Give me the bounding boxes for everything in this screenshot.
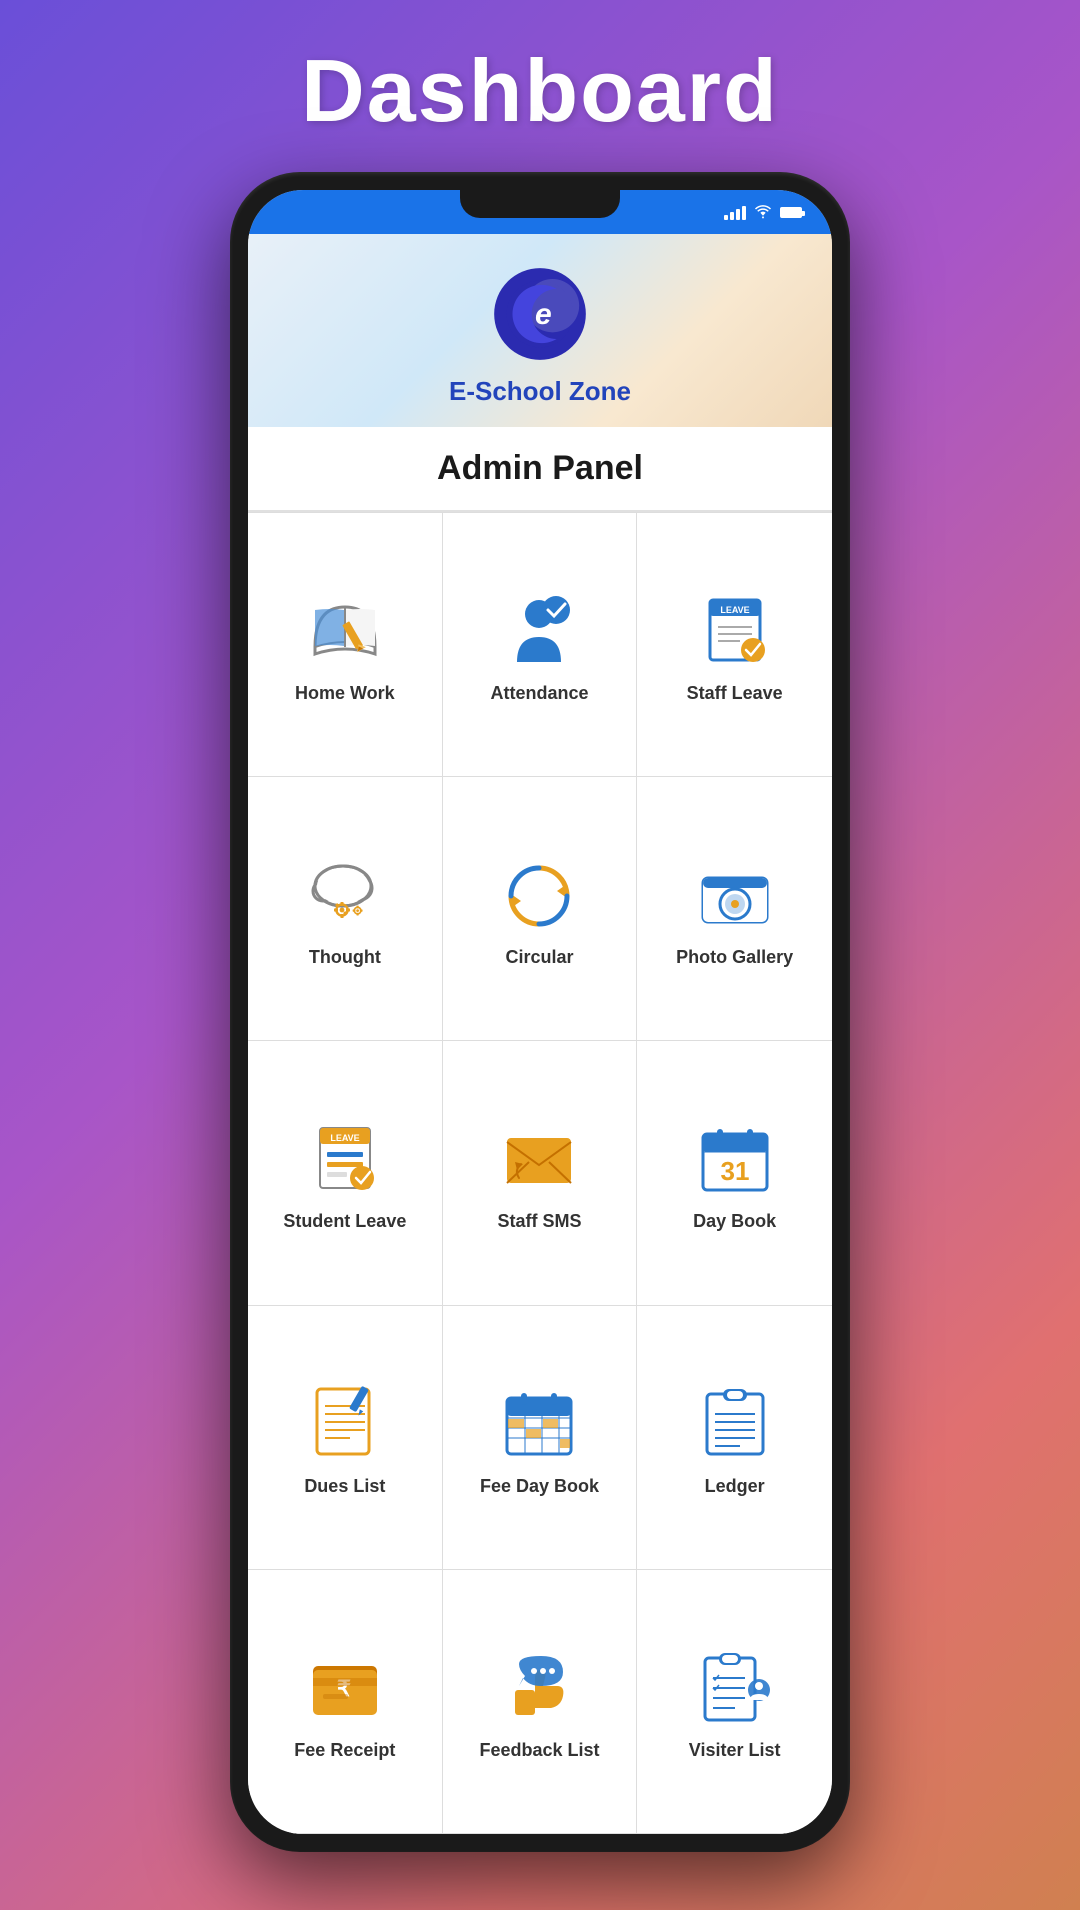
signal-bar-4: [742, 206, 746, 220]
grid-item-attendance[interactable]: Attendance: [443, 513, 638, 777]
grid-item-ledger[interactable]: Ledger: [637, 1306, 832, 1570]
wifi-icon: [754, 205, 772, 219]
grid-item-fee-day-book[interactable]: Fee Day Book: [443, 1306, 638, 1570]
ledger-label: Ledger: [705, 1476, 765, 1497]
circular-label: Circular: [505, 947, 573, 968]
grid-item-staff-sms[interactable]: Staff SMS: [443, 1041, 638, 1305]
grid-item-photo-gallery[interactable]: Photo Gallery: [637, 777, 832, 1041]
homework-label: Home Work: [295, 683, 395, 704]
attendance-icon: [494, 589, 584, 669]
phone-screen: e E-School Zone Admin Panel: [248, 190, 832, 1834]
svg-text:e: e: [535, 298, 552, 331]
admin-panel-header: Admin Panel: [248, 427, 832, 512]
grid-item-day-book[interactable]: 31 Day Book: [637, 1041, 832, 1305]
grid-item-homework[interactable]: Home Work: [248, 513, 443, 777]
app-logo: e: [490, 264, 590, 364]
app-name: E-School Zone: [449, 376, 631, 407]
signal-bars-icon: [724, 204, 746, 220]
fee-day-book-icon: [494, 1382, 584, 1462]
day-book-icon: 31: [690, 1117, 780, 1197]
feedback-list-label: Feedback List: [479, 1740, 599, 1761]
signal-bar-2: [730, 212, 734, 220]
phone-notch: [460, 190, 620, 218]
svg-text:31: 31: [720, 1156, 749, 1186]
grid-item-fee-receipt[interactable]: ₹ Fee Receipt: [248, 1570, 443, 1834]
ledger-icon: [690, 1382, 780, 1462]
app-header: e E-School Zone: [248, 234, 832, 427]
signal-bar-3: [736, 209, 740, 220]
grid-item-dues-list[interactable]: Dues List: [248, 1306, 443, 1570]
status-icons: [724, 204, 802, 220]
staff-sms-icon: [494, 1117, 584, 1197]
fee-receipt-icon: ₹: [300, 1646, 390, 1726]
fee-day-book-label: Fee Day Book: [480, 1476, 599, 1497]
dues-list-icon: [300, 1382, 390, 1462]
phone-frame: e E-School Zone Admin Panel: [230, 172, 850, 1852]
thought-icon: [300, 853, 390, 933]
photo-gallery-icon: [690, 853, 780, 933]
dues-list-label: Dues List: [304, 1476, 385, 1497]
thought-label: Thought: [309, 947, 381, 968]
visiter-list-label: Visiter List: [689, 1740, 781, 1761]
page-title: Dashboard: [301, 40, 779, 142]
grid-item-visiter-list[interactable]: Visiter List: [637, 1570, 832, 1834]
circular-icon: [494, 853, 584, 933]
attendance-label: Attendance: [490, 683, 588, 704]
day-book-label: Day Book: [693, 1211, 776, 1232]
staff-leave-label: Staff Leave: [687, 683, 783, 704]
dashboard-grid: Home Work Attendance: [248, 512, 832, 1834]
student-leave-label: Student Leave: [283, 1211, 406, 1232]
homework-icon: [300, 589, 390, 669]
grid-item-feedback-list[interactable]: Feedback List: [443, 1570, 638, 1834]
battery-icon: [780, 207, 802, 218]
svg-text:LEAVE: LEAVE: [720, 605, 749, 615]
fee-receipt-label: Fee Receipt: [294, 1740, 395, 1761]
grid-item-staff-leave[interactable]: LEAVE Staff Leave: [637, 513, 832, 777]
photo-gallery-label: Photo Gallery: [676, 947, 793, 968]
signal-bar-1: [724, 215, 728, 220]
visiter-list-icon: [690, 1646, 780, 1726]
admin-panel-title: Admin Panel: [270, 449, 810, 488]
student-leave-icon: LEAVE: [300, 1117, 390, 1197]
grid-item-student-leave[interactable]: LEAVE Student Leave: [248, 1041, 443, 1305]
feedback-list-icon: [494, 1646, 584, 1726]
svg-text:LEAVE: LEAVE: [330, 1133, 359, 1143]
staff-leave-icon: LEAVE: [690, 589, 780, 669]
grid-item-thought[interactable]: Thought: [248, 777, 443, 1041]
grid-item-circular[interactable]: Circular: [443, 777, 638, 1041]
staff-sms-label: Staff SMS: [497, 1211, 581, 1232]
